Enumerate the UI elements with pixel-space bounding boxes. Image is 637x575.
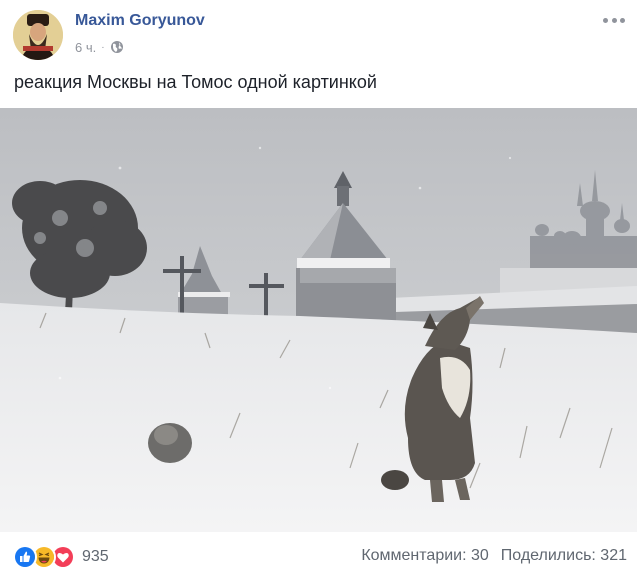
like-icon [13,545,37,569]
more-dot [611,17,617,23]
more-dot [603,17,608,23]
post-footer: 935 Комментарии: 30 Поделились: 321 [0,538,637,575]
post-timestamp[interactable]: 6 ч. [75,40,96,55]
author-avatar[interactable] [13,10,63,60]
reactions-count[interactable]: 935 [82,548,109,566]
shares-count-link[interactable]: Поделились: 321 [501,547,627,565]
meta-separator: · [101,41,105,53]
post-photo[interactable] [0,108,637,532]
post-meta: 6 ч. · [75,38,124,56]
post-header: Maxim Goryunov 6 ч. · [0,0,637,64]
more-dot [620,17,625,23]
reactions-summary[interactable]: 935 [13,545,109,569]
author-name-link[interactable]: Maxim Goryunov [75,12,205,30]
globe-icon[interactable] [110,40,124,54]
post-text: реакция Москвы на Томос одной картинкой [14,72,377,92]
more-options-icon[interactable] [603,12,625,28]
comments-count-link[interactable]: Комментарии: 30 [361,547,488,565]
post-stats: Комментарии: 30 Поделились: 321 [361,547,627,565]
